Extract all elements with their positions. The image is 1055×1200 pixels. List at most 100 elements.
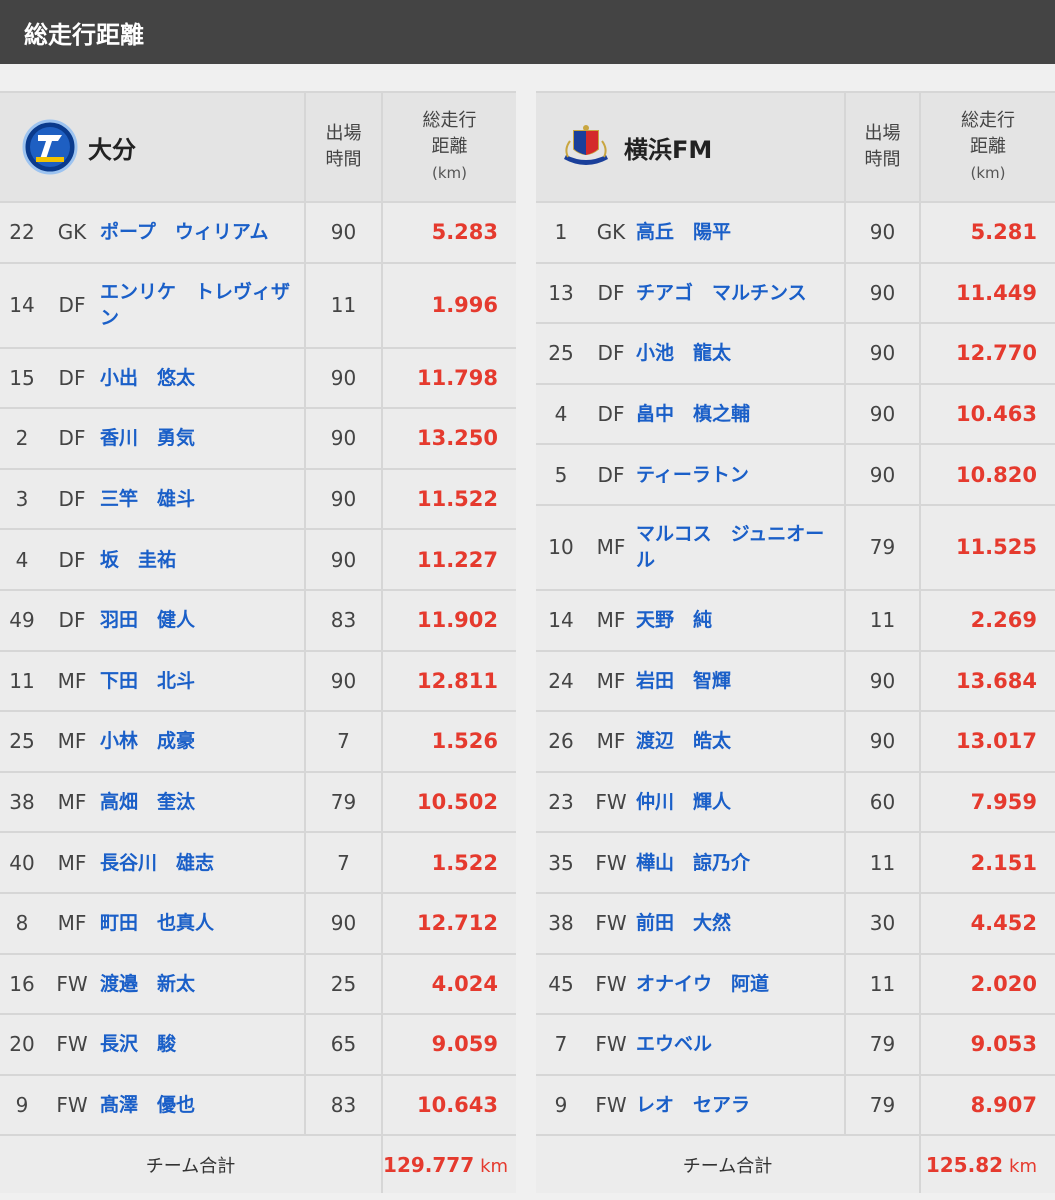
player-number: 38: [536, 891, 586, 954]
player-position: DF: [586, 382, 636, 445]
player-name-link[interactable]: 三竿 雄斗: [100, 467, 306, 530]
player-name-link[interactable]: 高畑 奎汰: [100, 770, 306, 833]
player-name-link[interactable]: レオ セアラ: [636, 1073, 845, 1136]
player-row: 7 FW エウベル 79 9.053: [536, 1013, 1055, 1075]
player-number: 3: [0, 467, 44, 530]
team-header-wrap: 大分: [22, 119, 304, 175]
distance-header-line1: 総走行: [961, 110, 1015, 131]
player-number: 40: [0, 831, 44, 893]
player-position: FW: [586, 1013, 636, 1075]
player-row: 3 DF 三竿 雄斗 90 11.522: [0, 467, 517, 530]
player-minutes: 90: [844, 649, 920, 712]
player-name-link[interactable]: ティーラトン: [636, 443, 845, 505]
player-position: GK: [586, 201, 636, 263]
player-number: 45: [536, 952, 586, 1015]
player-name-link[interactable]: 渡邉 新太: [100, 952, 306, 1015]
player-name-link[interactable]: 香川 勇気: [100, 407, 306, 469]
player-minutes: 79: [304, 770, 383, 833]
player-row: 35 FW 樺山 諒乃介 11 2.151: [536, 831, 1055, 893]
player-distance: 13.684: [919, 649, 1055, 712]
player-number: 15: [0, 346, 44, 409]
player-name-link[interactable]: 羽田 健人: [100, 588, 306, 651]
player-position: MF: [44, 770, 100, 833]
player-number: 11: [0, 649, 44, 712]
player-row: 2 DF 香川 勇気 90 13.250: [0, 407, 517, 469]
player-row: 4 DF 畠中 槙之輔 90 10.463: [536, 382, 1055, 445]
player-name-link[interactable]: 下田 北斗: [100, 649, 306, 712]
player-name-link[interactable]: マルコス ジュニオール: [636, 503, 845, 590]
player-position: MF: [44, 649, 100, 712]
player-name-link[interactable]: ポープ ウィリアム: [100, 201, 306, 263]
player-name-link[interactable]: 町田 也真人: [100, 891, 306, 954]
player-distance: 1.522: [381, 831, 517, 893]
player-position: FW: [586, 952, 636, 1015]
player-name-link[interactable]: 仲川 輝人: [636, 770, 845, 833]
player-name-link[interactable]: 天野 純: [636, 588, 845, 651]
player-distance: 9.053: [919, 1013, 1055, 1075]
player-distance: 2.020: [919, 952, 1055, 1015]
player-minutes: 79: [844, 1073, 920, 1136]
player-name-link[interactable]: 小池 龍太: [636, 322, 845, 384]
player-position: FW: [44, 952, 100, 1015]
player-distance: 10.463: [919, 382, 1055, 445]
player-minutes: 90: [844, 201, 920, 263]
player-minutes: 90: [304, 649, 383, 712]
distance-header-line2: 距離: [970, 136, 1006, 157]
player-distance: 12.811: [381, 649, 517, 712]
player-name-link[interactable]: 小林 成豪: [100, 710, 306, 772]
player-name-link[interactable]: 樺山 諒乃介: [636, 831, 845, 893]
player-name-link[interactable]: 坂 圭祐: [100, 528, 306, 590]
player-distance: 11.449: [919, 261, 1055, 324]
player-name-link[interactable]: 岩田 智輝: [636, 649, 845, 712]
yokohama-fm-crest-icon: [564, 125, 608, 165]
player-number: 26: [536, 710, 586, 772]
player-distance: 2.269: [919, 588, 1055, 651]
distance-header-line2: 距離: [431, 136, 468, 157]
team-total-number: 125.82: [925, 1152, 1004, 1177]
team-name: 横浜FM: [624, 135, 713, 164]
player-minutes: 11: [844, 952, 920, 1015]
player-name-link[interactable]: 小出 悠太: [100, 346, 306, 409]
minutes-column-header: 出場 時間: [304, 91, 383, 202]
player-name-link[interactable]: 高丘 陽平: [636, 201, 845, 263]
player-position: DF: [586, 443, 636, 505]
player-number: 22: [0, 201, 44, 263]
player-name-link[interactable]: チアゴ マルチンス: [636, 261, 845, 324]
player-name-link[interactable]: 前田 大然: [636, 891, 845, 954]
player-name-link[interactable]: 畠中 槙之輔: [636, 382, 845, 445]
player-number: 35: [536, 831, 586, 893]
player-name-link[interactable]: 長谷川 雄志: [100, 831, 306, 893]
player-distance: 5.281: [919, 201, 1055, 263]
player-position: DF: [44, 407, 100, 469]
player-minutes: 83: [304, 1073, 383, 1136]
distance-header-unit: (km): [432, 164, 468, 182]
player-distance: 8.907: [919, 1073, 1055, 1136]
player-row: 24 MF 岩田 智輝 90 13.684: [536, 649, 1055, 712]
player-distance: 11.522: [381, 467, 517, 530]
distance-header-unit: (km): [970, 164, 1006, 182]
player-minutes: 90: [844, 710, 920, 772]
player-name-link[interactable]: エンリケ トレヴィザン: [100, 261, 306, 348]
team-name: 大分: [88, 135, 136, 164]
team-total-unit: km: [1009, 1155, 1037, 1177]
distance-column-header: 総走行 距離 (km): [381, 91, 517, 202]
player-row: 14 DF エンリケ トレヴィザン 11 1.996: [0, 261, 517, 348]
player-row: 38 MF 高畑 奎汰 79 10.502: [0, 770, 517, 833]
player-row: 16 FW 渡邉 新太 25 4.024: [0, 952, 517, 1015]
minutes-header-line1: 出場: [325, 123, 362, 144]
player-name-link[interactable]: 渡辺 皓太: [636, 710, 845, 772]
player-name-link[interactable]: エウベル: [636, 1013, 845, 1075]
player-name-link[interactable]: 髙澤 優也: [100, 1073, 306, 1136]
player-position: MF: [44, 831, 100, 893]
player-distance: 11.798: [381, 346, 517, 409]
player-row: 40 MF 長谷川 雄志 7 1.522: [0, 831, 517, 893]
player-name-link[interactable]: 長沢 駿: [100, 1013, 306, 1075]
player-number: 24: [536, 649, 586, 712]
player-name-link[interactable]: オナイウ 阿道: [636, 952, 845, 1015]
player-number: 49: [0, 588, 44, 651]
player-position: FW: [586, 1073, 636, 1136]
minutes-header-line2: 時間: [864, 149, 901, 170]
player-position: MF: [586, 503, 636, 590]
team-header-wrap: 横浜FM: [558, 119, 844, 175]
player-position: DF: [44, 261, 100, 348]
